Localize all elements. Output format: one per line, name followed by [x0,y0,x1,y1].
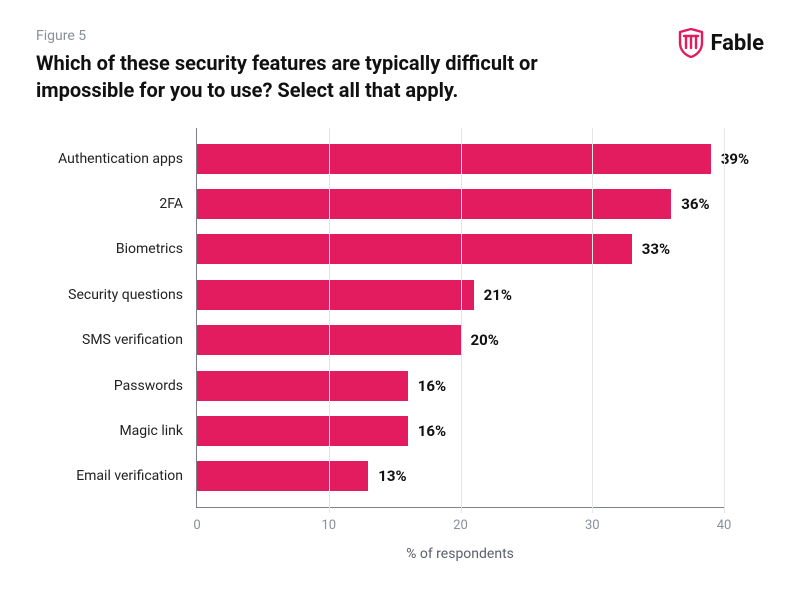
bar-value-label: 20% [461,331,499,349]
bar-value-label: 36% [671,195,709,213]
category-label: SMS verification [37,332,197,348]
bar-value-label: 16% [408,377,446,395]
bar [197,371,408,401]
bar [197,189,671,219]
bar [197,280,474,310]
gridline [461,128,462,513]
bar [197,234,632,264]
bar-value-label: 16% [408,422,446,440]
brand-logo: Fable [678,28,764,58]
x-axis-label: % of respondents [196,546,724,562]
x-tick-label: 20 [453,518,468,533]
x-tick-label: 40 [717,518,732,533]
header-text: Figure 5 Which of these security feature… [36,28,596,104]
chart-title: Which of these security features are typ… [36,50,596,104]
category-label: 2FA [37,196,197,212]
bar-value-label: 13% [368,467,406,485]
gridline [724,128,725,513]
gridline [592,128,593,513]
bar [197,416,408,446]
brand-name: Fable [710,31,764,56]
bar-chart: Authentication apps 39% 2FA 36% Biometrics 33… [36,128,764,562]
category-label: Authentication apps [37,151,197,167]
gridline [329,128,330,513]
bar [197,144,711,174]
bar [197,461,368,491]
plot-area: Authentication apps39%2FA36%Biometrics33… [196,128,724,508]
x-tick-label: 30 [585,518,600,533]
bar-value-label: 39% [711,150,749,168]
figure-number: Figure 5 [36,28,596,44]
category-label: Magic link [37,423,197,439]
x-tick-label: 10 [321,518,336,533]
header: Figure 5 Which of these security feature… [36,28,764,104]
bar-value-label: 21% [474,286,512,304]
x-tick-label: 0 [193,518,200,533]
fable-shield-icon [678,28,704,58]
category-label: Email verification [37,468,197,484]
category-label: Security questions [37,287,197,303]
category-label: Passwords [37,378,197,394]
category-label: Biometrics [37,241,197,257]
bar-value-label: 33% [632,240,670,258]
figure-card: Figure 5 Which of these security feature… [0,0,800,609]
